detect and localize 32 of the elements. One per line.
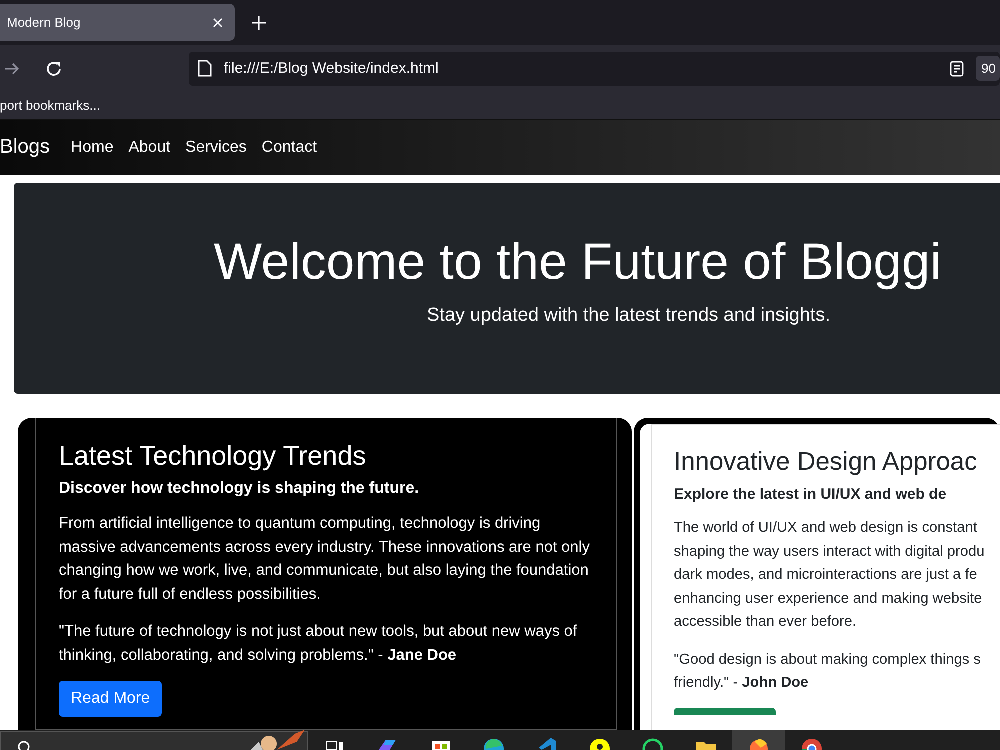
action-button[interactable]	[674, 708, 776, 714]
read-more-button[interactable]: Read More	[59, 681, 162, 717]
nav-link[interactable]: Home	[71, 138, 114, 156]
hero-title: Welcome to the Future of Bloggi	[214, 232, 943, 292]
taskbar-app[interactable]	[732, 730, 785, 750]
chat-bubble-icon	[640, 736, 664, 750]
nav-link[interactable]: Contact	[262, 138, 318, 156]
zoom-level[interactable]: 90	[976, 56, 1000, 81]
post-paragraph: From artificial intelligence to quantum computing, technology is driving massive advancements across every industry. These innovations are not only changing how we work, live, and communicate, but also laying the foundation for a future full of endless possibilities.	[59, 514, 591, 604]
bookmarks-link[interactable]: port bookmarks...	[0, 98, 100, 113]
post-subtitle: Explore the latest in UI/UX and web de	[674, 486, 948, 503]
forward-arrow-icon[interactable]	[4, 62, 20, 76]
post-subtitle: Discover how technology is shaping the future.	[59, 480, 420, 498]
hero-subtitle: Stay updated with the latest trends and insights.	[427, 305, 832, 327]
site-brand[interactable]: Blogs	[0, 136, 50, 159]
post-title: Innovative Design Approac	[674, 447, 978, 478]
address-bar[interactable]: file:///E:/Blog Website/index.html 90	[189, 52, 1000, 86]
browser-tab[interactable]: Modern Blog	[0, 4, 235, 41]
new-tab-icon[interactable]	[252, 16, 266, 30]
taskbar-search-field[interactable]	[0, 731, 308, 750]
post-title: Latest Technology Trends	[59, 440, 368, 472]
post-paragraph: The world of UI/UX and web design is constant shaping the way users interact with digital produ dark modes, and microinteractions are just a fe enhancing user experience and making website accessible than ever before.	[674, 519, 986, 632]
reader-view-icon[interactable]	[950, 60, 964, 76]
close-icon[interactable]	[213, 18, 223, 28]
post-quote: "Good design is about making complex things s friendly." - John Doe	[674, 650, 982, 693]
nav-link[interactable]: Services	[186, 138, 247, 156]
search-icon	[17, 740, 31, 750]
file-icon	[198, 60, 212, 77]
post-quote: "The future of technology is not just about new tools, but about new ways of thinking, collaborating, and solving problems." - Jane Doe	[59, 622, 578, 666]
round-browser-icon	[800, 736, 824, 750]
nav-link[interactable]: About	[128, 138, 171, 156]
reload-icon[interactable]	[45, 60, 63, 78]
